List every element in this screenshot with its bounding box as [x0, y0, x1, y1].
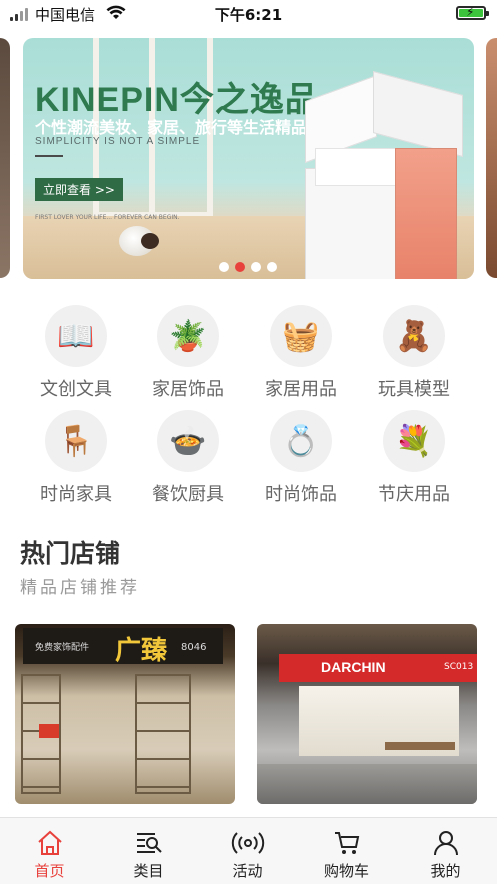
category-label: 家居用品 — [265, 379, 337, 400]
category-toys[interactable]: 🧸 玩具模型 — [358, 305, 470, 401]
carousel-indicator — [219, 262, 277, 272]
banner-divider — [35, 155, 63, 157]
tab-label: 活动 — [232, 862, 263, 880]
category-label: 时尚饰品 — [265, 484, 337, 505]
rings-icon: 💍 — [270, 410, 332, 472]
toy-blocks-icon: 🧸 — [383, 305, 445, 367]
banner-prev-peek[interactable] — [0, 38, 10, 278]
tab-label: 首页 — [34, 862, 65, 880]
battery-charging-icon: ⚡ — [456, 5, 489, 20]
shop-number: 8046 — [181, 642, 207, 653]
banner-tagline: 个性潮流美妆、家居、旅行等生活精品。 — [35, 118, 324, 137]
carousel-dot[interactable] — [219, 262, 229, 272]
category-furniture[interactable]: 🪑 时尚家具 — [20, 410, 132, 506]
broadcast-icon — [198, 828, 297, 858]
shop-sign: DARCHIN — [321, 659, 386, 675]
cooking-pot-icon: 🍲 — [157, 410, 219, 472]
cart-icon — [297, 828, 396, 858]
section-title: 热门店铺 — [20, 539, 121, 568]
carousel-dot-active[interactable] — [235, 262, 245, 272]
user-icon — [396, 828, 495, 858]
category-label: 时尚家具 — [40, 484, 112, 505]
section-subtitle: 精品店铺推荐 — [20, 578, 140, 598]
category-label: 玩具模型 — [378, 379, 450, 400]
tab-category[interactable]: 类目 — [99, 818, 198, 884]
category-home-decor[interactable]: 🪴 家居饰品 — [132, 305, 244, 401]
tissue-box-image — [295, 70, 465, 279]
cotton-stem-image — [141, 233, 159, 249]
carousel-dot[interactable] — [267, 262, 277, 272]
category-label: 文创文具 — [40, 379, 112, 400]
tab-home[interactable]: 首页 — [0, 818, 99, 884]
shop-sign-small: 免费家饰配件 — [35, 643, 90, 653]
shop-sign: 广臻 — [115, 636, 168, 666]
shop-card[interactable]: DARCHIN SC013 — [257, 624, 477, 804]
tab-label: 类目 — [133, 862, 164, 880]
tab-label: 购物车 — [323, 862, 369, 880]
book-icon: 📖 — [45, 305, 107, 367]
banner-next-peek[interactable] — [486, 38, 497, 278]
display-table — [385, 742, 455, 750]
tab-activity[interactable]: 活动 — [198, 818, 297, 884]
category-household[interactable]: 🧺 家居用品 — [245, 305, 357, 401]
bottom-tab-bar: 首页 类目 活动 购物车 我的 — [0, 817, 497, 884]
shop-card[interactable]: 免费家饰配件 广臻 8046 — [15, 624, 235, 804]
status-bar: 中国电信 下午6:21 ⚡ — [0, 0, 497, 30]
category-label: 家居饰品 — [152, 379, 224, 400]
category-label: 节庆用品 — [378, 484, 450, 505]
category-stationery[interactable]: 📖 文创文具 — [20, 305, 132, 401]
category-search-icon — [99, 828, 198, 858]
sale-tag-decoration — [39, 724, 59, 738]
home-icon — [0, 828, 99, 858]
clock: 下午6:21 — [214, 6, 283, 24]
shop-number: SC013 — [444, 662, 474, 672]
towels-icon: 🧺 — [270, 305, 332, 367]
armchair-icon: 🪑 — [45, 410, 107, 472]
shop-signboard: DARCHIN SC013 — [279, 654, 477, 682]
tab-label: 我的 — [430, 862, 461, 880]
shelf-decoration — [135, 674, 191, 794]
flowers-icon: 💐 — [383, 410, 445, 472]
shop-signboard: 免费家饰配件 广臻 8046 — [23, 628, 223, 666]
category-festive[interactable]: 💐 节庆用品 — [358, 410, 470, 506]
tab-profile[interactable]: 我的 — [396, 818, 495, 884]
category-label: 餐饮厨具 — [152, 484, 224, 505]
banner-fine-print: FIRST LOVER YOUR LIFE... FOREVER CAN BEG… — [35, 214, 180, 221]
category-kitchenware[interactable]: 🍲 餐饮厨具 — [132, 410, 244, 506]
shop-floor — [257, 764, 477, 804]
category-accessories[interactable]: 💍 时尚饰品 — [245, 410, 357, 506]
banner-subtitle: SIMPLICITY IS NOT A SIMPLE — [35, 136, 201, 147]
banner-view-now-button[interactable]: 立即查看 >> — [35, 178, 123, 201]
carousel-dot[interactable] — [251, 262, 261, 272]
plant-pot-icon: 🪴 — [157, 305, 219, 367]
tab-cart[interactable]: 购物车 — [297, 818, 396, 884]
promo-banner[interactable]: KINEPIN今之逸品 个性潮流美妆、家居、旅行等生活精品。 SIMPLICIT… — [23, 38, 474, 279]
